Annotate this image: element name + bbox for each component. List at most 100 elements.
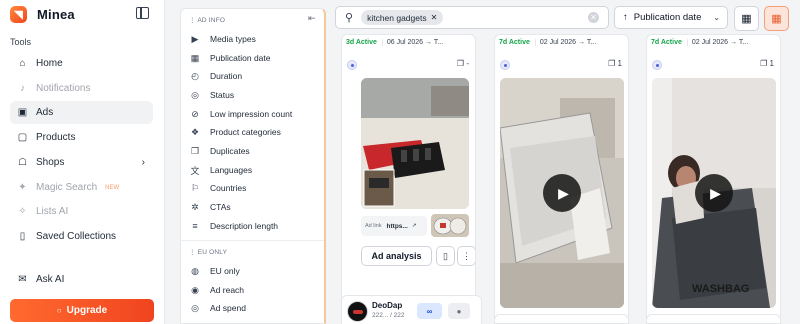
- product-thumbnail-image: [431, 214, 469, 237]
- sidebar-item-label: Magic Search: [36, 182, 98, 193]
- knife-sharpener-image: [361, 78, 469, 209]
- card-header: 7d Active 02 Jul 2026 → T...: [495, 35, 628, 49]
- filter-label: Duplicates: [210, 146, 250, 156]
- brand[interactable]: ◥ Minea: [10, 5, 75, 23]
- cursor-icon: ✲: [191, 201, 199, 212]
- sidebar-item-ask-ai[interactable]: ✉ Ask AI: [10, 268, 153, 291]
- tag-icon: ❖: [190, 126, 200, 137]
- filter-label: Product categories: [210, 127, 281, 137]
- remove-chip-icon[interactable]: ✕: [431, 13, 438, 22]
- home-icon: ⌂: [19, 58, 26, 69]
- ad-media-image[interactable]: [361, 78, 469, 209]
- filter-status[interactable]: ◎ Status: [189, 86, 234, 104]
- filter-label: Media types: [210, 34, 256, 44]
- sidebar-section-label: Tools: [10, 37, 32, 47]
- search-chip-label: kitchen gadgets: [367, 12, 427, 23]
- filter-label: Languages: [210, 165, 253, 175]
- filter-low-impression[interactable]: ⊘ Low impression count: [189, 105, 292, 123]
- filter-eu-only[interactable]: ◍ EU only: [189, 262, 240, 280]
- bookmark-icon: ▯: [19, 231, 26, 242]
- external-link-icon: ↗: [411, 223, 417, 229]
- media-type-icon: ▶: [191, 33, 199, 44]
- search-chip[interactable]: kitchen gadgets ✕: [361, 10, 444, 25]
- alt-view-button[interactable]: ▦: [764, 6, 789, 31]
- sparkle-icon: ✧: [18, 206, 27, 217]
- chat-icon: ✉: [18, 274, 27, 285]
- filter-label: Ad reach: [210, 285, 245, 295]
- save-bookmark-button[interactable]: ▯: [436, 246, 455, 266]
- sidebar-item-home[interactable]: ⌂ Home: [10, 52, 153, 75]
- filter-ad-reach[interactable]: ◉ Ad reach: [189, 281, 244, 299]
- filter-ad-spend[interactable]: ◎ Ad spend: [189, 299, 246, 317]
- ad-card-peek: [646, 314, 781, 324]
- filter-label: Countries: [210, 183, 247, 193]
- filter-media-types[interactable]: ▶ Media types: [189, 30, 256, 48]
- more-options-button[interactable]: ⋮: [457, 246, 475, 266]
- sidebar-item-notifications[interactable]: ♪ Notifications: [10, 77, 153, 100]
- search-icon: ⚲: [345, 12, 354, 24]
- minea-logo-icon: ◥: [10, 5, 27, 23]
- ad-media-video[interactable]: WASHBAG ▶: [652, 78, 776, 308]
- copy-icon: ❐: [190, 145, 200, 156]
- sidebar-item-magic-search[interactable]: ✦ Magic Search NEW: [10, 176, 153, 199]
- ad-card-peek: [494, 314, 629, 324]
- sidebar-item-saved-collections[interactable]: ▯ Saved Collections: [10, 225, 153, 248]
- sort-label: Publication date: [633, 12, 702, 23]
- duplicates-count: ❐ 1: [760, 59, 774, 68]
- meta-platform-icon: [652, 60, 662, 70]
- sidebar-item-label: Home: [36, 58, 63, 69]
- shopify-lock-icon[interactable]: ●: [448, 303, 470, 319]
- upgrade-button[interactable]: ○ Upgrade: [10, 299, 154, 322]
- active-status: 3d Active: [346, 38, 377, 46]
- sidebar-item-products[interactable]: ▢ Products: [10, 126, 153, 149]
- filter-ctas[interactable]: ✲ CTAs: [189, 198, 230, 216]
- sidebar-item-ads[interactable]: ▣ Ads: [10, 101, 153, 124]
- product-thumbnail[interactable]: [431, 214, 469, 237]
- filter-label: Status: [210, 90, 235, 100]
- card-header: 3d Active 06 Jul 2026 → T...: [342, 35, 475, 49]
- sidebar-item-label: Saved Collections: [36, 231, 117, 242]
- filter-duration[interactable]: ◴ Duration: [189, 67, 242, 85]
- sidebar: ◥ Minea Tools ⌂ Home ♪ Notifications ▣ A…: [0, 0, 165, 324]
- sidebar-item-lists-ai[interactable]: ✧ Lists AI: [10, 200, 153, 223]
- filter-product-categories[interactable]: ❖ Product categories: [189, 123, 281, 141]
- filters-panel: ⋮ AD INFO ⇤ ▶ Media types ▦ Publication da…: [180, 8, 326, 324]
- card-header: 7d Active 02 Jul 2026 → T...: [647, 35, 780, 49]
- grid-icon: ▦: [741, 13, 752, 25]
- grid-view-button[interactable]: ▦: [734, 6, 759, 31]
- search-bar[interactable]: ⚲ kitchen gadgets ✕ ✕: [335, 6, 609, 29]
- sidebar-item-label: Shops: [36, 157, 65, 168]
- globe-icon: ◍: [191, 265, 199, 276]
- collapse-filters-icon[interactable]: ⇤: [308, 13, 316, 24]
- filter-description-length[interactable]: ≡ Description length: [189, 217, 278, 235]
- filter-label: EU only: [210, 266, 240, 276]
- sidebar-item-shops[interactable]: ☖ Shops ›: [10, 151, 153, 174]
- date-range: 02 Jul 2026 → T...: [686, 38, 748, 46]
- sort-dropdown[interactable]: ↑ Publication date ⌄: [614, 6, 728, 29]
- ad-card[interactable]: 7d Active 02 Jul 2026 → T... ❐ 1 ▶: [494, 34, 629, 324]
- play-icon[interactable]: ▶: [695, 174, 733, 212]
- filter-label: Description length: [210, 221, 279, 231]
- shop-card[interactable]: DeoDap 222... / 222 ∞ ●: [341, 295, 482, 324]
- ad-card[interactable]: 3d Active 06 Jul 2026 → T... ❐ - Ad link…: [341, 34, 476, 324]
- clear-search-icon[interactable]: ✕: [588, 12, 599, 23]
- ad-media-video[interactable]: ▶: [500, 78, 624, 308]
- ad-analysis-button[interactable]: Ad analysis: [361, 246, 432, 266]
- meta-platform-icon: [347, 60, 357, 70]
- filter-publication-date[interactable]: ▦ Publication date: [189, 49, 271, 67]
- meta-logo-icon[interactable]: ∞: [417, 303, 442, 319]
- layout-icon: ▦: [771, 13, 782, 25]
- sidebar-collapse-icon[interactable]: [136, 7, 149, 19]
- filter-languages[interactable]: 文 Languages: [189, 161, 252, 179]
- filter-label: Duration: [210, 71, 243, 81]
- ad-card[interactable]: 7d Active 02 Jul 2026 → T... ❐ 1 WASHBAG…: [646, 34, 781, 324]
- filter-duplicates[interactable]: ❐ Duplicates: [189, 142, 250, 160]
- sidebar-item-label: Ads: [36, 107, 54, 118]
- ad-link-box[interactable]: Ad link https... ↗: [361, 216, 427, 236]
- filter-countries[interactable]: ⚐ Countries: [189, 179, 246, 197]
- play-icon[interactable]: ▶: [543, 174, 581, 212]
- upgrade-label: Upgrade: [66, 305, 108, 316]
- sidebar-item-label: Ask AI: [36, 274, 65, 285]
- filter-label: Ad spend: [210, 303, 246, 313]
- flag-icon: ⚐: [190, 182, 200, 193]
